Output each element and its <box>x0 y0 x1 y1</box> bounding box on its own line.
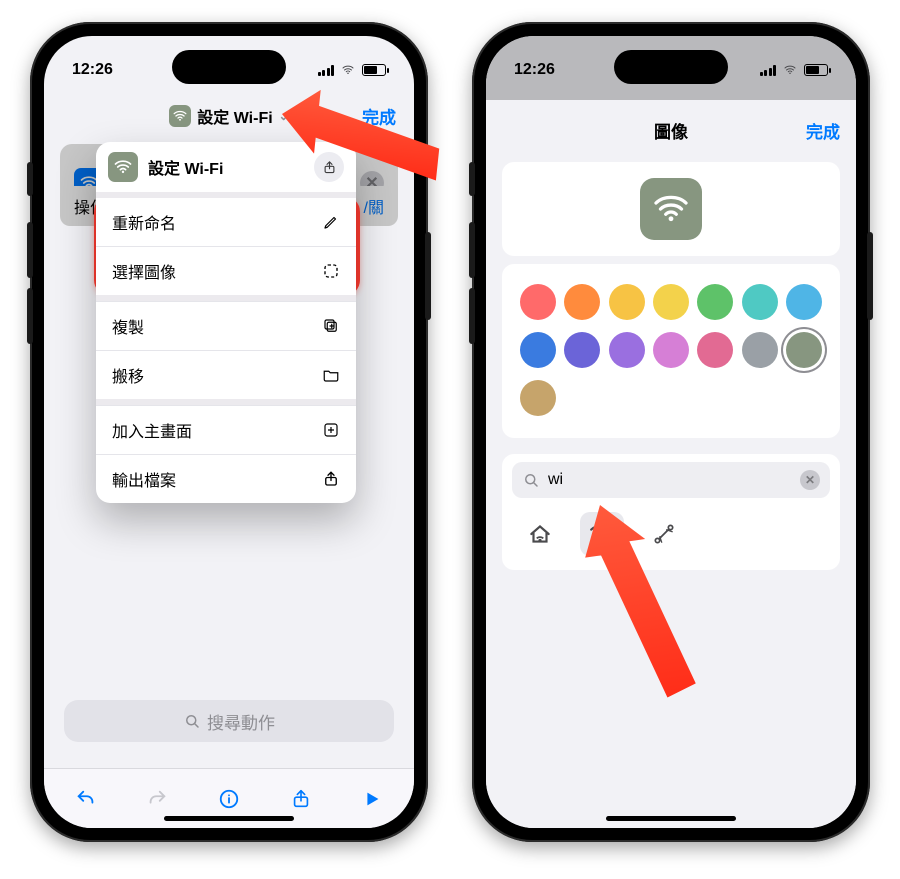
wifi-status-icon <box>782 64 798 76</box>
color-swatch[interactable] <box>564 332 600 368</box>
wifi-icon <box>169 105 191 127</box>
wifi-icon[interactable] <box>580 512 624 556</box>
color-swatch[interactable] <box>697 332 733 368</box>
color-swatch[interactable] <box>786 332 822 368</box>
search-actions[interactable]: 搜尋動作 <box>64 700 394 742</box>
title-popover: 設定 Wi-Fi 重新命名 選擇圖像 <box>96 142 356 503</box>
menu-label: 加入主畫面 <box>112 418 192 442</box>
color-swatch[interactable] <box>742 332 778 368</box>
share-icon <box>322 470 340 488</box>
plus-square-icon <box>322 421 340 439</box>
color-palette <box>502 264 840 438</box>
color-swatch[interactable] <box>742 284 778 320</box>
done-button[interactable]: 完成 <box>362 104 396 129</box>
sheet-header: 圖像 完成 <box>486 106 856 154</box>
redo-button[interactable] <box>137 779 177 819</box>
icon-search-field[interactable]: ✕ <box>512 462 830 498</box>
sheet-title: 圖像 <box>654 118 688 143</box>
icon-search-input[interactable] <box>548 471 792 489</box>
home-indicator <box>606 816 736 821</box>
pencil-icon <box>322 213 340 231</box>
color-swatch[interactable] <box>653 284 689 320</box>
menu-choose-image[interactable]: 選擇圖像 <box>96 246 356 295</box>
color-swatch[interactable] <box>520 284 556 320</box>
cellular-icon <box>318 65 335 76</box>
search-placeholder: 搜尋動作 <box>207 709 275 734</box>
status-time: 12:26 <box>514 61 555 79</box>
clear-button[interactable]: ✕ <box>800 470 820 490</box>
menu-label: 搬移 <box>112 363 144 387</box>
home-indicator <box>164 816 294 821</box>
editor-header: 設定 Wi-Fi ⌄ 完成 <box>44 94 414 138</box>
home-wifi-icon[interactable] <box>518 512 562 556</box>
color-swatch[interactable] <box>520 380 556 416</box>
shortcut-title-chip[interactable]: 設定 Wi-Fi ⌄ <box>161 100 296 132</box>
color-swatch[interactable] <box>786 284 822 320</box>
color-swatch[interactable] <box>609 284 645 320</box>
undo-button[interactable] <box>66 779 106 819</box>
menu-rename[interactable]: 重新命名 <box>96 198 356 246</box>
wifi-status-icon <box>340 64 356 76</box>
duplicate-icon <box>322 317 340 335</box>
wired-network-icon[interactable] <box>642 512 686 556</box>
shortcut-title: 設定 Wi-Fi <box>197 104 272 128</box>
color-swatch[interactable] <box>697 284 733 320</box>
color-swatch[interactable] <box>520 332 556 368</box>
menu-export[interactable]: 輸出檔案 <box>96 454 356 503</box>
menu-label: 重新命名 <box>112 210 176 234</box>
icon-search-card: ✕ <box>502 454 840 570</box>
wifi-icon <box>108 152 138 182</box>
dashed-square-icon <box>322 262 340 280</box>
dynamic-island <box>172 50 286 84</box>
menu-move[interactable]: 搬移 <box>96 350 356 399</box>
menu-label: 複製 <box>112 314 144 338</box>
menu-label: 選擇圖像 <box>112 259 176 283</box>
play-button[interactable] <box>352 779 392 819</box>
popover-title: 設定 Wi-Fi <box>148 155 223 179</box>
folder-icon <box>322 366 340 384</box>
dynamic-island <box>614 50 728 84</box>
phone-left-frame: 12:26 設定 Wi-Fi ⌄ 完成 <box>30 22 428 842</box>
color-swatch[interactable] <box>609 332 645 368</box>
wifi-icon <box>640 178 702 240</box>
search-icon <box>183 712 201 730</box>
phone-right-frame: 12:26 圖像 完成 <box>472 22 870 842</box>
menu-duplicate[interactable]: 複製 <box>96 301 356 350</box>
done-button[interactable]: 完成 <box>806 118 840 143</box>
battery-icon <box>362 64 386 76</box>
menu-label: 輸出檔案 <box>112 467 176 491</box>
status-time: 12:26 <box>72 61 113 79</box>
share-button[interactable] <box>281 779 321 819</box>
image-picker-sheet: 圖像 完成 <box>486 106 856 828</box>
cellular-icon <box>760 65 777 76</box>
icon-preview <box>502 162 840 256</box>
color-swatch[interactable] <box>653 332 689 368</box>
info-button[interactable] <box>209 779 249 819</box>
color-swatch[interactable] <box>564 284 600 320</box>
icon-results <box>512 498 830 556</box>
action-strip-suffix: /關 <box>364 194 384 218</box>
share-button[interactable] <box>314 152 344 182</box>
search-icon <box>522 471 540 489</box>
popover-header: 設定 Wi-Fi <box>96 142 356 198</box>
chevron-down-icon: ⌄ <box>279 109 289 123</box>
menu-add-home[interactable]: 加入主畫面 <box>96 405 356 454</box>
battery-icon <box>804 64 828 76</box>
